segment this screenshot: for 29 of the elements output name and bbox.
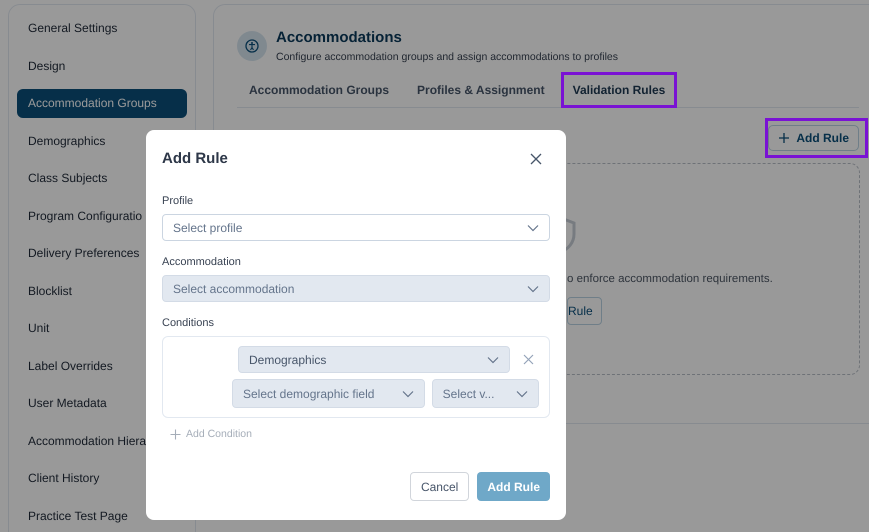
select-field[interactable]: Demographics [238, 346, 510, 373]
dialog-title: Add Rule [162, 150, 228, 167]
field-label: Conditions [162, 317, 215, 329]
accessibility-icon [237, 31, 267, 61]
plus-icon [778, 132, 790, 144]
tab[interactable]: Profiles & Assignment [409, 76, 553, 107]
tab[interactable]: Accommodation Groups [241, 76, 398, 107]
remove-icon[interactable] [523, 354, 534, 365]
select-field[interactable]: Select v... [432, 379, 539, 408]
chevron-down-icon [527, 284, 539, 292]
page-subtitle: Configure accommodation groups and assign accommodations to profiles [276, 51, 618, 63]
plus-icon [170, 428, 181, 440]
chevron-down-icon [527, 224, 539, 232]
chevron-down-icon [516, 390, 528, 398]
field-label: Profile [162, 195, 194, 207]
sidebar-item[interactable]: Design [17, 52, 187, 80]
close-icon[interactable] [530, 152, 542, 164]
select-field[interactable]: Select demographic field [232, 379, 425, 408]
sidebar-item[interactable]: General Settings [17, 14, 187, 43]
add-rule-button[interactable]: Add Rule [768, 125, 859, 151]
empty-state-text: o enforce accommodation requirements. [567, 273, 774, 285]
field-label: Accommodation [162, 256, 242, 268]
sidebar-item[interactable]: Accommodation Groups [17, 89, 187, 118]
chevron-down-icon [402, 390, 414, 398]
add-rule-button[interactable]: Rule [567, 297, 602, 325]
cancel-button[interactable]: Cancel [410, 472, 470, 501]
select-field[interactable]: Select profile [162, 214, 550, 241]
page-title: Accommodations [276, 29, 403, 46]
chevron-down-icon [487, 356, 499, 364]
